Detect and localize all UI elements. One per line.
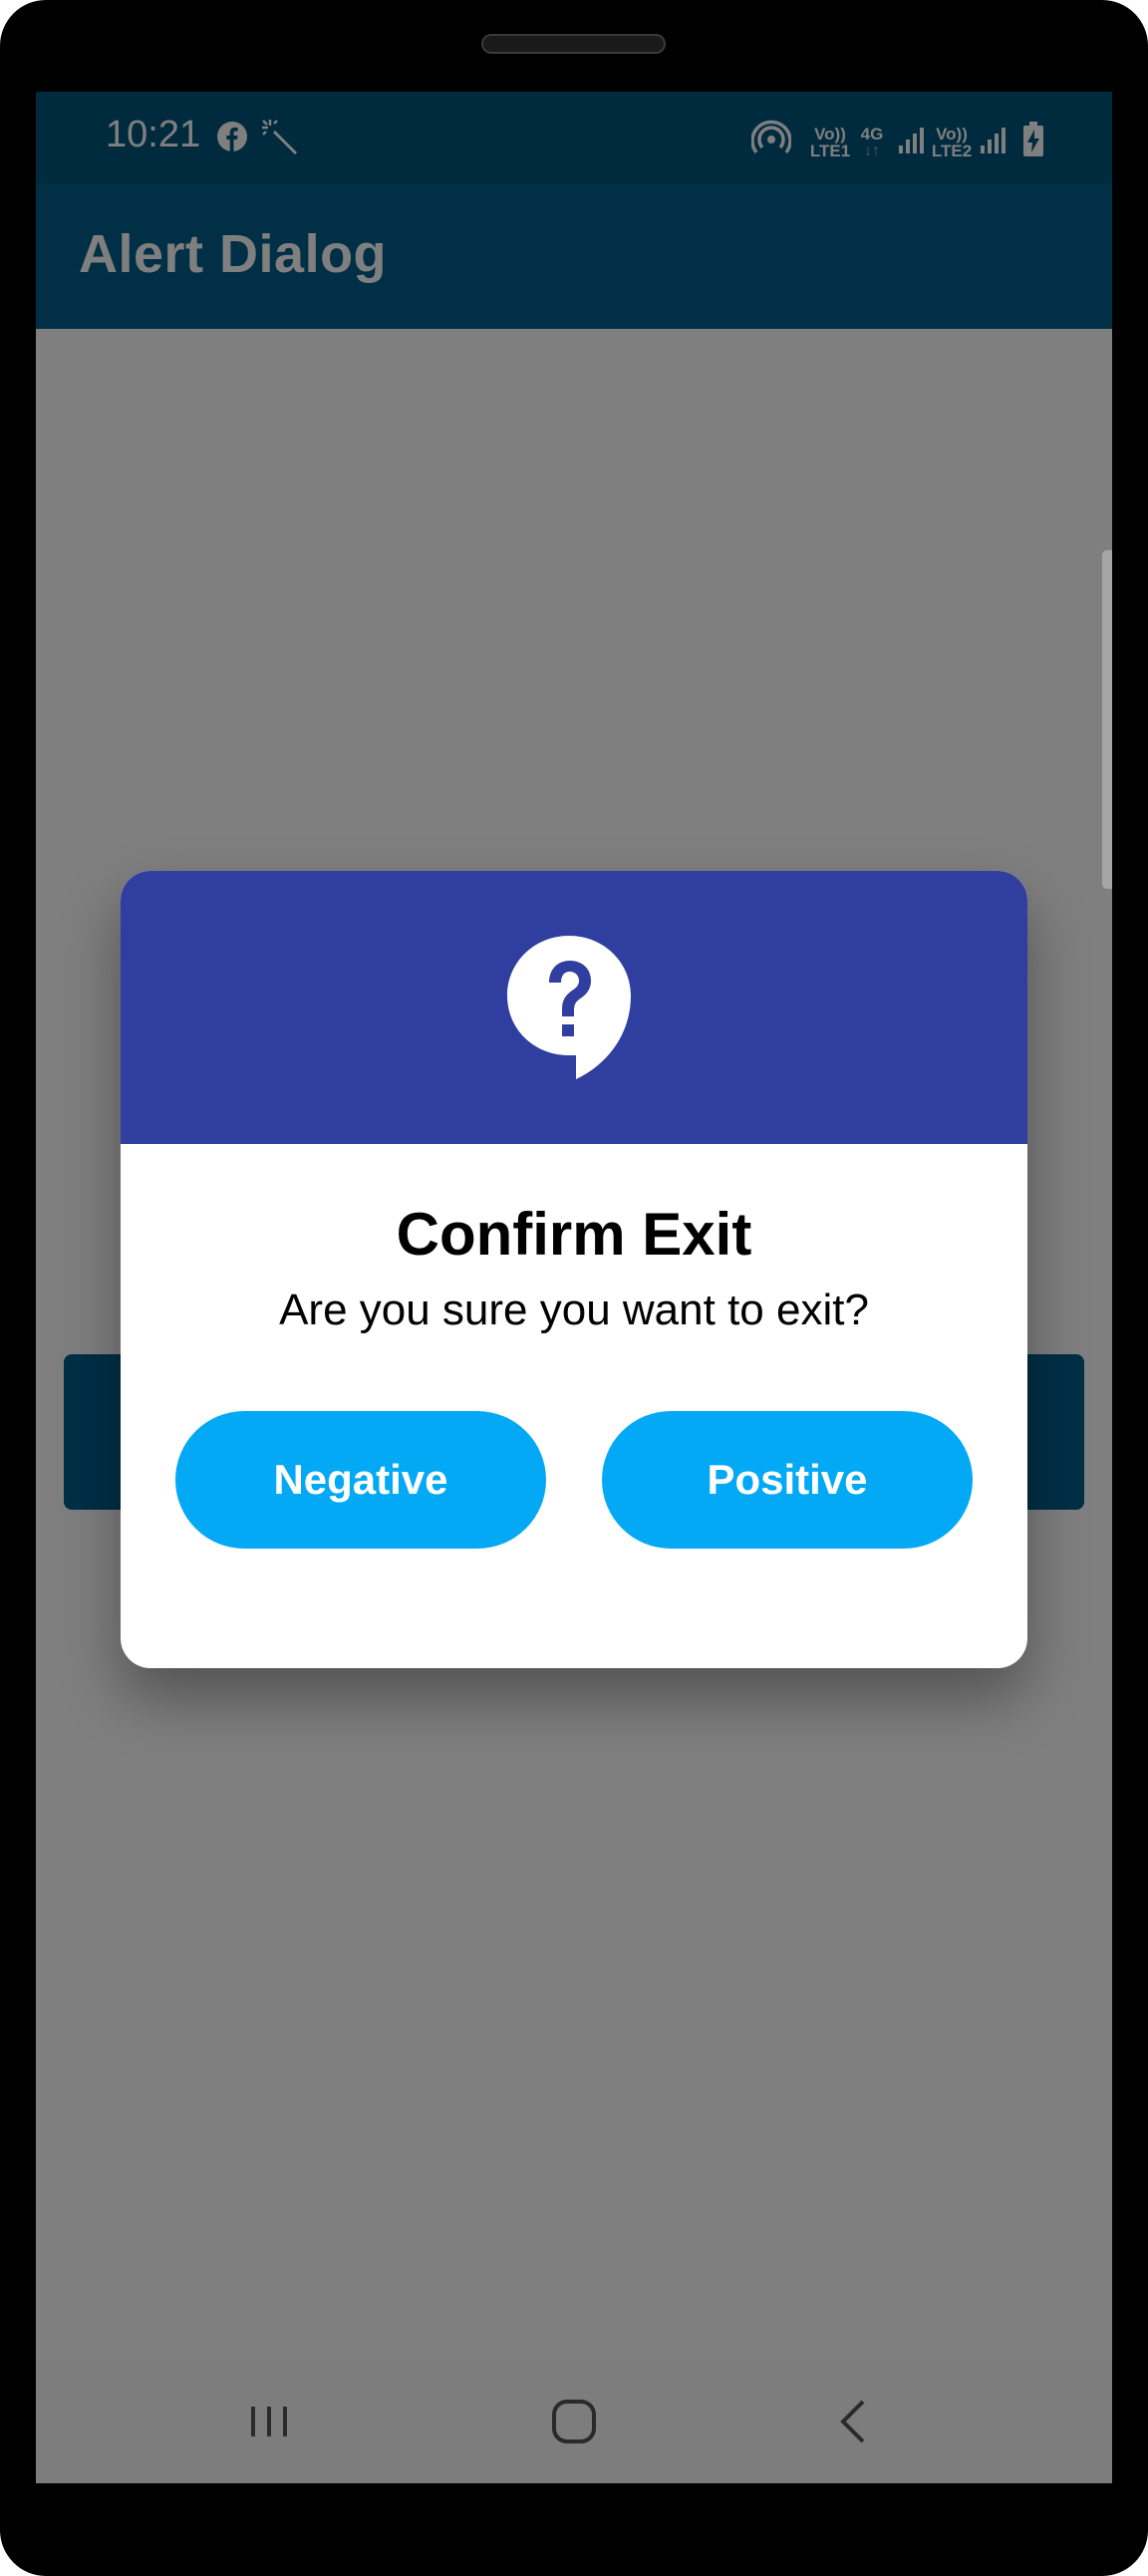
positive-button[interactable]: Positive (602, 1411, 973, 1549)
question-bubble-icon (507, 936, 631, 1079)
phone-frame: 10:21 Vo)) LTE1 (0, 0, 1148, 2576)
negative-button[interactable]: Negative (175, 1411, 546, 1549)
scrollbar (1102, 550, 1112, 889)
dialog-title: Confirm Exit (396, 1201, 752, 1268)
dialog-message: Are you sure you want to exit? (279, 1286, 869, 1334)
dialog-header (121, 871, 1027, 1144)
screen: 10:21 Vo)) LTE1 (36, 92, 1112, 2483)
alert-dialog: Confirm Exit Are you sure you want to ex… (121, 871, 1027, 1668)
speaker-grille (481, 34, 666, 54)
